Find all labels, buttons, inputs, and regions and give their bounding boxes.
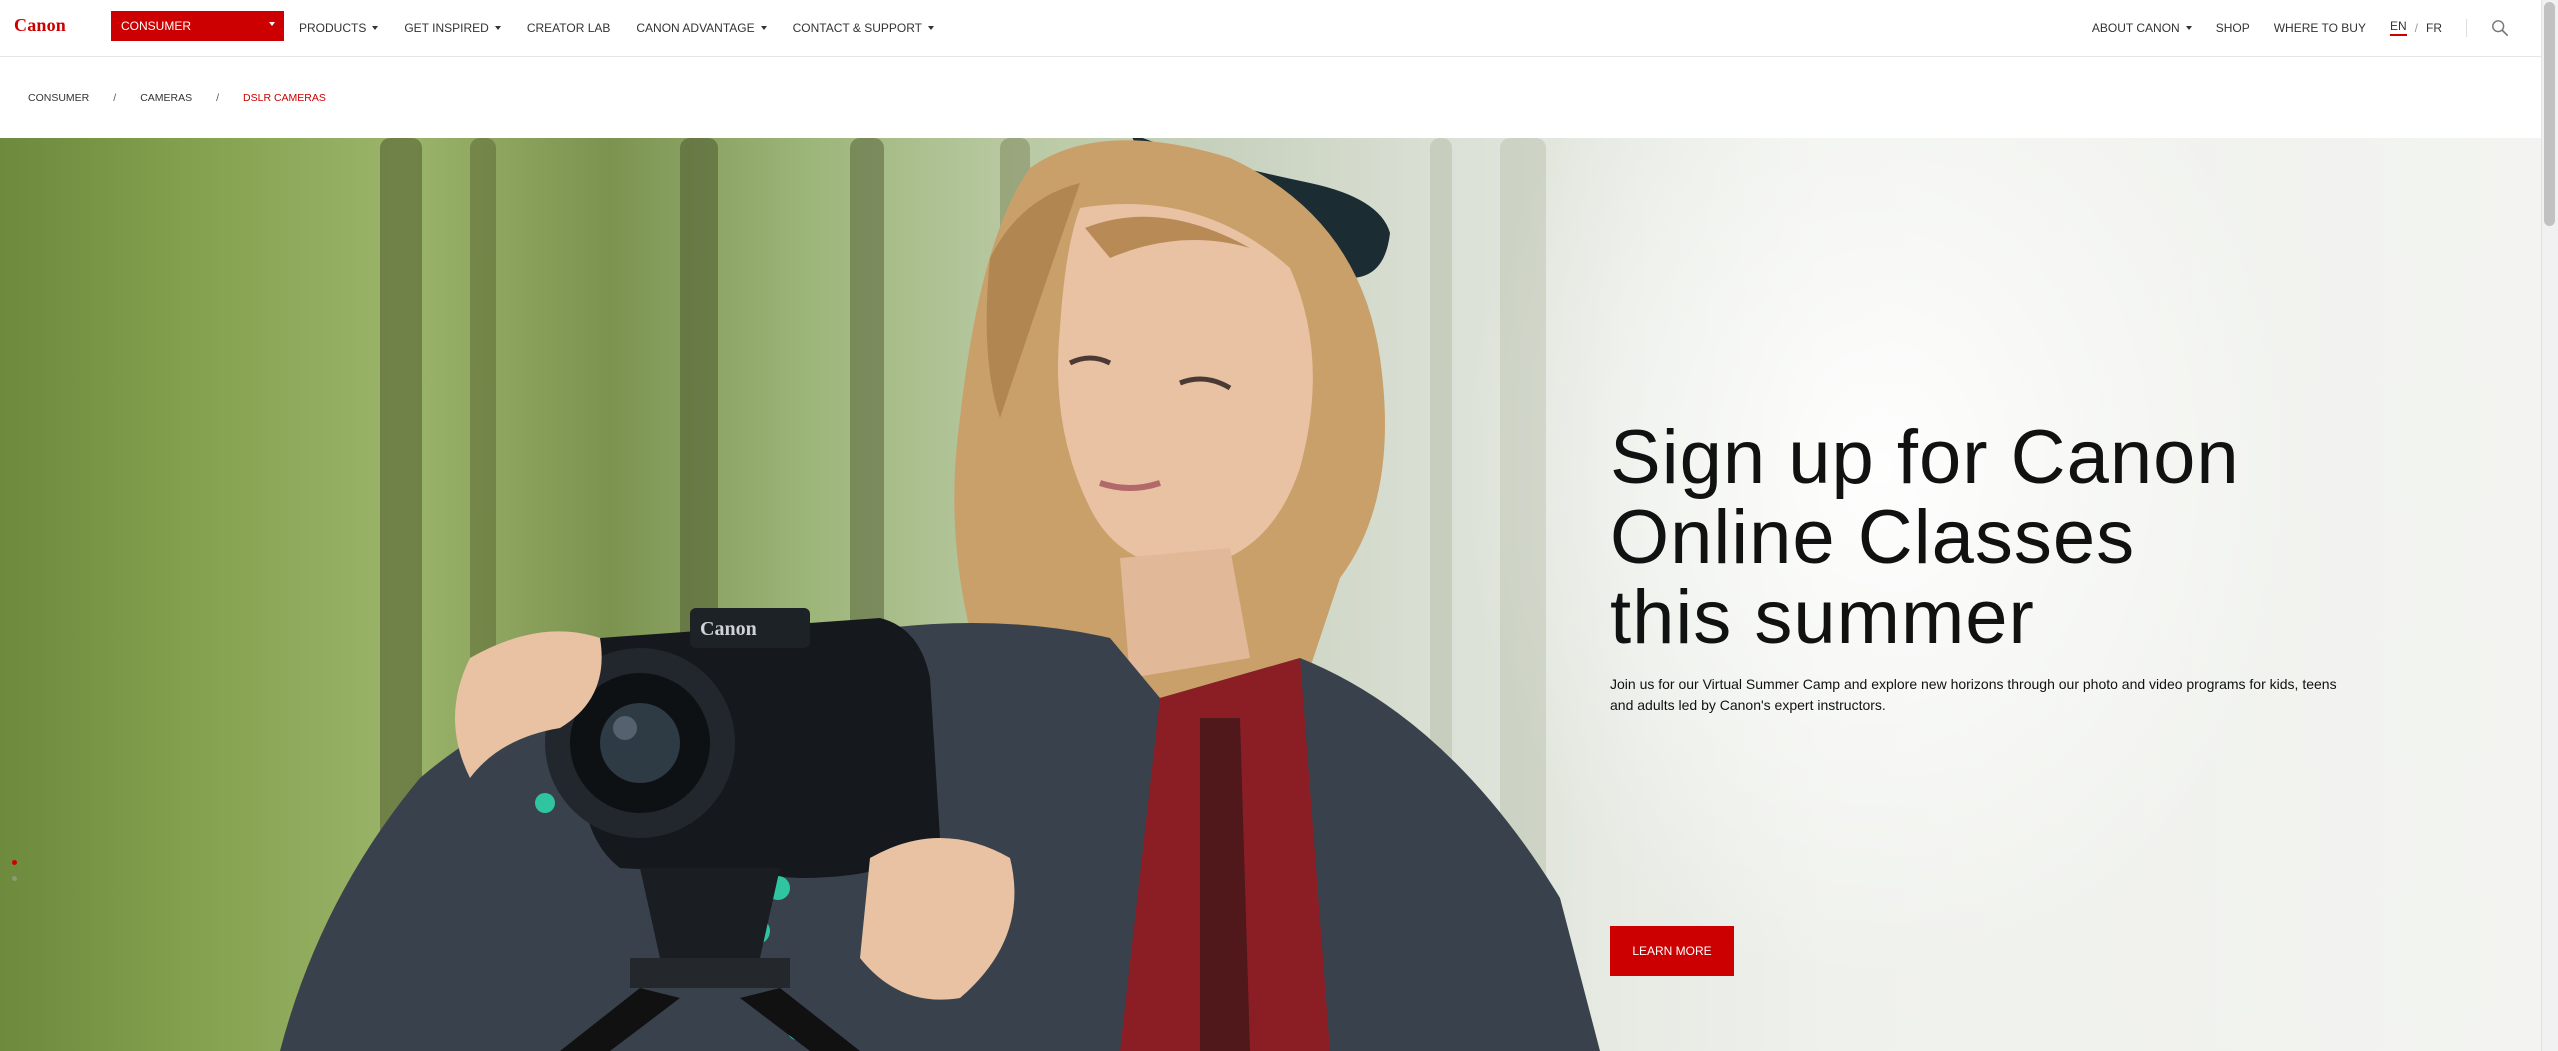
hero-description: Join us for our Virtual Summer Camp and …	[1610, 676, 2337, 713]
scrollbar-thumb[interactable]	[2544, 2, 2555, 226]
hero-title: Sign up for Canon Online Classes this su…	[1610, 418, 2370, 658]
hero-copy: Sign up for Canon Online Classes this su…	[1610, 418, 2370, 716]
svg-text:Canon: Canon	[700, 618, 757, 640]
nav-canon-advantage[interactable]: CANON ADVANTAGE	[636, 20, 767, 35]
chevron-down-icon	[928, 25, 934, 30]
chevron-down-icon	[760, 25, 767, 30]
search-icon[interactable]	[2491, 19, 2509, 37]
primary-nav: PRODUCTS GET INSPIRED CREATOR LAB CANON …	[299, 0, 934, 55]
nav-contact-support-label: CONTACT & SUPPORT	[792, 20, 922, 35]
nav-shop[interactable]: SHOP	[2216, 21, 2250, 35]
breadcrumb-cameras[interactable]: CAMERAS	[140, 92, 192, 104]
nav-products[interactable]: PRODUCTS	[299, 20, 379, 35]
chevron-down-icon	[372, 25, 379, 30]
carousel-indicator-active[interactable]	[12, 860, 17, 865]
lang-separator: /	[2414, 20, 2418, 35]
carousel-indicator[interactable]	[12, 876, 17, 881]
hero-title-line-3: this summer	[1610, 575, 2035, 660]
nav-creator-lab-label: CREATOR LAB	[526, 20, 611, 35]
nav-about-canon[interactable]: ABOUT CANON	[2092, 21, 2192, 35]
chevron-down-icon	[2185, 25, 2192, 30]
breadcrumb-separator: /	[113, 92, 117, 104]
canon-logo[interactable]: Canon	[14, 15, 66, 36]
language-switcher: EN / FR	[2389, 19, 2442, 36]
learn-more-button[interactable]: LEARN MORE	[1610, 926, 1734, 976]
nav-products-label: PRODUCTS	[299, 20, 367, 35]
breadcrumb-dslr-cameras: DSLR CAMERAS	[243, 92, 326, 104]
secondary-nav: ABOUT CANON SHOP WHERE TO BUY EN / FR	[2092, 0, 2509, 55]
breadcrumb-consumer[interactable]: CONSUMER	[28, 92, 89, 104]
nav-canon-advantage-label: CANON ADVANTAGE	[636, 20, 755, 35]
nav-where-to-buy[interactable]: WHERE TO BUY	[2274, 21, 2366, 35]
chevron-down-icon	[269, 22, 275, 26]
nav-contact-support[interactable]: CONTACT & SUPPORT	[793, 21, 934, 35]
segment-label: CONSUMER	[121, 19, 192, 33]
breadcrumb: CONSUMER / CAMERAS / DSLR CAMERAS	[28, 90, 326, 106]
nav-shop-label: SHOP	[2215, 20, 2250, 35]
divider	[2466, 18, 2467, 37]
consumer-segment-dropdown[interactable]: CONSUMER	[111, 11, 284, 41]
hero-title-line-2: Online Classes	[1610, 495, 2136, 580]
photographer-image: Canon	[280, 138, 1600, 1051]
nav-about-canon-label: ABOUT CANON	[2091, 20, 2180, 35]
breadcrumb-separator: /	[216, 92, 220, 104]
lang-en[interactable]: EN	[2389, 19, 2407, 36]
top-navigation-bar: Canon CONSUMER PRODUCTS GET INSPIRED CRE…	[0, 0, 2541, 57]
vertical-scrollbar[interactable]	[2541, 0, 2558, 1051]
nav-where-to-buy-label: WHERE TO BUY	[2273, 20, 2366, 35]
learn-more-label: LEARN MORE	[1632, 944, 1712, 958]
nav-creator-lab[interactable]: CREATOR LAB	[527, 21, 611, 35]
nav-get-inspired-label: GET INSPIRED	[404, 20, 489, 35]
hero-title-line-1: Sign up for Canon	[1610, 415, 2240, 500]
nav-get-inspired[interactable]: GET INSPIRED	[404, 20, 501, 35]
chevron-down-icon	[494, 25, 501, 30]
lang-fr[interactable]: FR	[2426, 21, 2442, 35]
